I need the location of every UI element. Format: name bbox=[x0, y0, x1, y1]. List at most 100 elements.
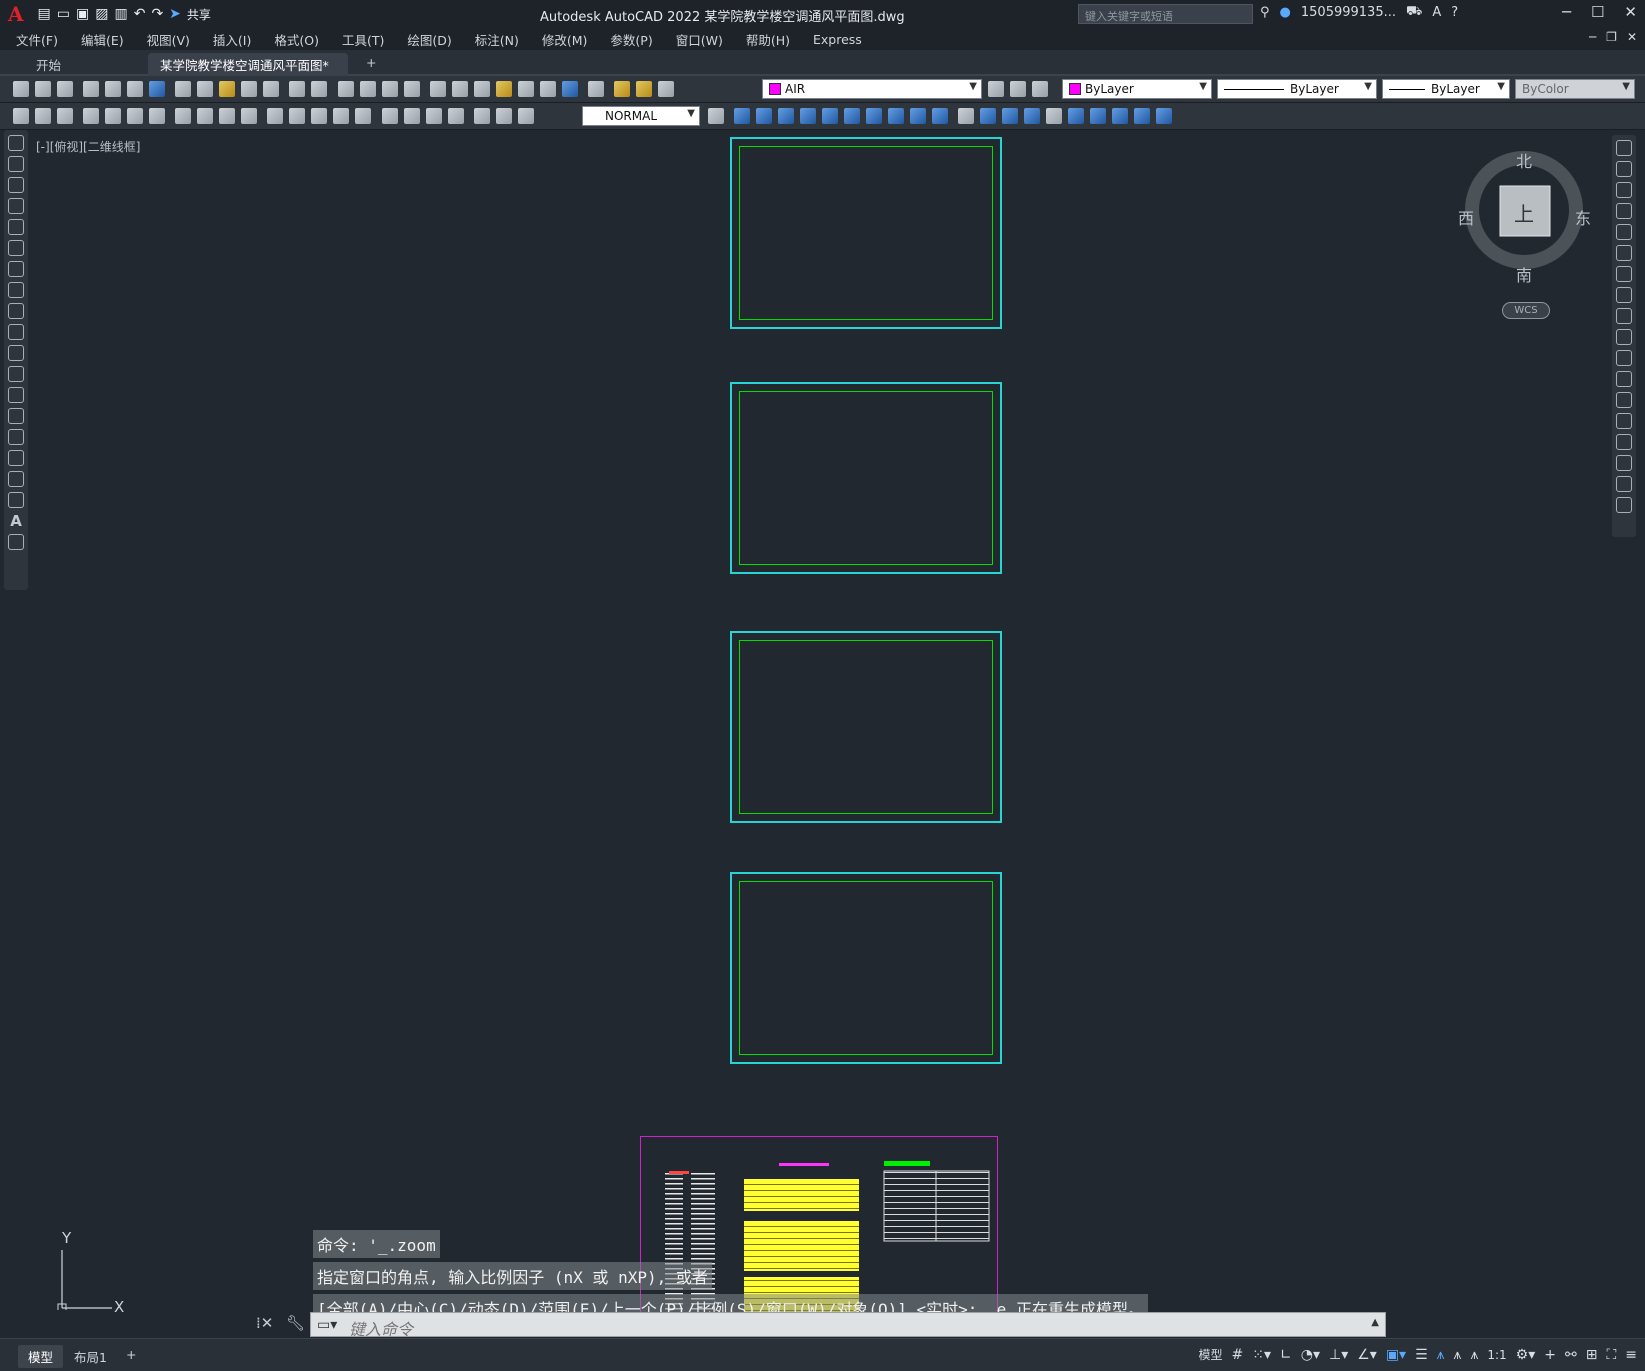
block-editor-icon[interactable] bbox=[263, 81, 280, 97]
menu-parametric[interactable]: 参数(P) bbox=[610, 30, 652, 49]
dim-diameter-icon[interactable] bbox=[219, 108, 236, 124]
dim-linear-icon[interactable] bbox=[83, 108, 100, 124]
calculator-icon[interactable] bbox=[539, 81, 556, 97]
search-input[interactable]: 键入关键字或短语 bbox=[1078, 4, 1253, 24]
cut-icon[interactable] bbox=[175, 81, 192, 97]
revision-cloud-icon[interactable] bbox=[8, 282, 24, 298]
match-prop-icon[interactable] bbox=[241, 81, 258, 97]
web-icon[interactable] bbox=[149, 81, 166, 97]
join-icon[interactable] bbox=[1616, 413, 1632, 429]
dim-arc-icon[interactable] bbox=[127, 108, 144, 124]
layer-previous-icon[interactable] bbox=[1010, 81, 1026, 97]
menu-draw[interactable]: 绘图(D) bbox=[407, 30, 451, 49]
copy-icon[interactable] bbox=[197, 81, 214, 97]
stretch-icon[interactable] bbox=[1616, 308, 1632, 324]
color-dropdown[interactable]: ByLayer ▼ bbox=[1062, 79, 1212, 99]
wedge-icon[interactable] bbox=[756, 108, 773, 124]
wcs-menu[interactable]: WCS bbox=[1502, 302, 1550, 319]
chamfer-icon[interactable] bbox=[1616, 434, 1632, 450]
customize-wrench-icon[interactable]: 🔧︎ bbox=[286, 1314, 305, 1332]
menu-edit[interactable]: 编辑(E) bbox=[81, 30, 124, 49]
table-icon[interactable] bbox=[8, 492, 24, 508]
spline-icon[interactable] bbox=[8, 303, 24, 319]
cylinder-icon[interactable] bbox=[822, 108, 839, 124]
dim-baseline-icon[interactable] bbox=[289, 108, 306, 124]
trim-icon[interactable] bbox=[1616, 329, 1632, 345]
quick-dim-icon[interactable] bbox=[267, 108, 284, 124]
layer-on-icon[interactable] bbox=[613, 81, 630, 97]
undo-tool-icon[interactable] bbox=[289, 81, 306, 97]
undo-icon[interactable]: ↶ bbox=[134, 6, 146, 22]
box-icon[interactable] bbox=[734, 108, 751, 124]
dim-angular-icon[interactable] bbox=[241, 108, 258, 124]
print-icon[interactable] bbox=[83, 81, 100, 97]
intersect-icon[interactable] bbox=[1090, 108, 1107, 124]
zoom-previous-icon[interactable] bbox=[403, 81, 420, 97]
annotation-monitor-icon[interactable]: + bbox=[1544, 1347, 1556, 1363]
workspace-gear-icon[interactable]: ⚙▾ bbox=[1516, 1347, 1536, 1363]
point-icon[interactable] bbox=[8, 408, 24, 424]
subtract-icon[interactable] bbox=[1068, 108, 1085, 124]
dim-jogged-icon[interactable] bbox=[197, 108, 214, 124]
menu-express[interactable]: Express bbox=[813, 32, 862, 47]
isodraft-icon[interactable]: ⊥▾ bbox=[1329, 1347, 1348, 1363]
object-track-icon[interactable]: ∠▾ bbox=[1357, 1347, 1377, 1363]
zoom-realtime-icon[interactable] bbox=[359, 81, 376, 97]
fillet-icon[interactable] bbox=[1616, 455, 1632, 471]
tool-palettes-icon[interactable] bbox=[473, 81, 490, 97]
viewcube-top-face[interactable]: 上 bbox=[1514, 198, 1534, 227]
close-icon[interactable]: ✕ bbox=[1624, 3, 1637, 21]
planar-surface-icon[interactable] bbox=[910, 108, 927, 124]
preview-icon[interactable] bbox=[105, 81, 122, 97]
paste-icon[interactable] bbox=[219, 81, 236, 97]
dim-edit-icon[interactable] bbox=[473, 108, 490, 124]
menu-tools[interactable]: 工具(T) bbox=[342, 30, 384, 49]
autocad-logo[interactable]: A bbox=[8, 2, 24, 26]
menu-dimension[interactable]: 标注(N) bbox=[475, 30, 519, 49]
dim-text-edit-icon[interactable] bbox=[495, 108, 512, 124]
user-name[interactable]: 1505999135... bbox=[1301, 5, 1396, 20]
search-icon[interactable]: ⚲ bbox=[1260, 5, 1270, 20]
doc-minimize-icon[interactable]: ─ bbox=[1589, 30, 1596, 44]
sphere-icon[interactable] bbox=[800, 108, 817, 124]
design-center-icon[interactable] bbox=[451, 81, 468, 97]
save-icon[interactable]: ▣ bbox=[76, 6, 89, 22]
offset-icon[interactable] bbox=[1616, 203, 1632, 219]
pyramid-icon[interactable] bbox=[866, 108, 883, 124]
menu-help[interactable]: 帮助(H) bbox=[746, 30, 790, 49]
sweep-icon[interactable] bbox=[980, 108, 997, 124]
break-at-point-icon[interactable] bbox=[1616, 371, 1632, 387]
auto-scale-icon[interactable]: ⩚ bbox=[1454, 1347, 1462, 1363]
construction-line-icon[interactable] bbox=[8, 156, 24, 172]
jogged-linear-icon[interactable] bbox=[447, 108, 464, 124]
floor-plan-sheet[interactable] bbox=[730, 137, 1002, 329]
menu-format[interactable]: 格式(O) bbox=[274, 30, 319, 49]
menu-view[interactable]: 视图(V) bbox=[147, 30, 190, 49]
dim-radius-icon[interactable] bbox=[175, 108, 192, 124]
compass-east[interactable]: 东 bbox=[1575, 205, 1591, 229]
gradient-icon[interactable] bbox=[8, 450, 24, 466]
floor-plan-sheet[interactable] bbox=[730, 872, 1002, 1064]
layer-dropdown[interactable]: AIR ▼ bbox=[762, 79, 982, 99]
tab-drawing[interactable]: 某学院教学楼空调通风平面图* ✕ bbox=[148, 53, 348, 89]
make-block-icon[interactable] bbox=[8, 387, 24, 403]
thicken-icon[interactable] bbox=[1134, 108, 1151, 124]
markup-icon[interactable] bbox=[517, 81, 534, 97]
menu-insert[interactable]: 插入(I) bbox=[213, 30, 251, 49]
blend-curves-icon[interactable] bbox=[1616, 476, 1632, 492]
tab-model[interactable]: 模型 bbox=[18, 1345, 64, 1368]
polygon-icon[interactable] bbox=[8, 198, 24, 214]
share-label[interactable]: 共享 bbox=[187, 6, 211, 23]
insert-block-icon[interactable] bbox=[8, 366, 24, 382]
array-icon[interactable] bbox=[1616, 224, 1632, 240]
compass-west[interactable]: 西 bbox=[1458, 205, 1474, 229]
plot-icon[interactable]: ▥ bbox=[114, 6, 127, 22]
properties-icon[interactable] bbox=[429, 81, 446, 97]
inspect-icon[interactable] bbox=[425, 108, 442, 124]
center-mark-icon[interactable] bbox=[403, 108, 420, 124]
region-icon[interactable] bbox=[8, 471, 24, 487]
viewport-controls[interactable]: [-][俯视][二维线框] bbox=[36, 138, 140, 155]
help-tool-icon[interactable] bbox=[561, 81, 578, 97]
units-icon[interactable]: ⚯ bbox=[1565, 1347, 1577, 1363]
floor-plan-sheet[interactable] bbox=[730, 631, 1002, 823]
